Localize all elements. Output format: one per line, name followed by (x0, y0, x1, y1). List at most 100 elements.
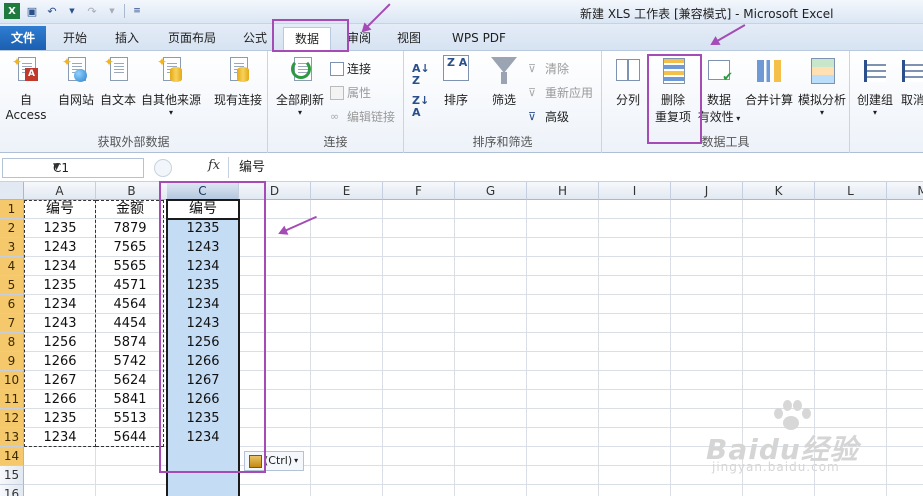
globe-icon: ✦ (61, 55, 91, 87)
cell-a8[interactable]: 1256 (24, 333, 96, 352)
column-header-a[interactable]: A (24, 182, 96, 200)
row-header-8[interactable]: 8 (0, 333, 24, 352)
insert-function-button[interactable]: fx (208, 158, 220, 173)
edit-links-button[interactable]: ∞ 编辑链接 (330, 107, 395, 127)
cell-b12[interactable]: 5513 (96, 409, 164, 428)
tab-home[interactable]: 开始 (56, 27, 94, 50)
from-other-sources-button[interactable]: ✦ 自其他来源 ▾ (140, 55, 202, 118)
column-header-g[interactable]: G (455, 182, 527, 200)
existing-connections-button[interactable]: 现有连接 (210, 55, 266, 108)
connection-file-icon (223, 55, 253, 87)
tab-wps-pdf[interactable]: WPS PDF (446, 27, 512, 50)
name-box[interactable]: C1 ▼ (2, 158, 144, 178)
column-header-f[interactable]: F (383, 182, 455, 200)
row-header-6[interactable]: 6 (0, 295, 24, 314)
consolidate-button[interactable]: 合并计算 (744, 55, 794, 108)
cell-b7[interactable]: 4454 (96, 314, 164, 333)
cell-a4[interactable]: 1234 (24, 257, 96, 276)
column-header-k[interactable]: K (743, 182, 815, 200)
row-header-12[interactable]: 12 (0, 409, 24, 428)
cell-a11[interactable]: 1266 (24, 390, 96, 409)
from-web-button[interactable]: ✦ 自网站 (56, 55, 96, 108)
sort-ascending-button[interactable]: A↓ Z (412, 63, 430, 87)
existing-connections-label: 现有连接 (213, 93, 262, 107)
tab-page-layout[interactable]: 页面布局 (160, 27, 224, 50)
sort-za-icon: Z↓ A (412, 94, 430, 119)
row-header-13[interactable]: 13 (0, 428, 24, 447)
row-header-14[interactable]: 14 (0, 447, 24, 466)
tab-view[interactable]: 视图 (390, 27, 428, 50)
ungroup-button[interactable]: 取消 (898, 55, 923, 108)
refresh-all-button[interactable]: 全部刷新 ▾ (272, 55, 328, 118)
row-header-9[interactable]: 9 (0, 352, 24, 371)
filter-button[interactable]: 筛选 (484, 55, 524, 108)
cell-b6[interactable]: 4564 (96, 295, 164, 314)
what-if-analysis-button[interactable]: 模拟分析 ▾ (796, 55, 848, 118)
cell-a5[interactable]: 1235 (24, 276, 96, 295)
properties-button[interactable]: 属性 (330, 83, 371, 103)
reapply-button[interactable]: ⊽ 重新应用 (528, 83, 593, 103)
chevron-down-icon[interactable]: ▼ (64, 3, 80, 19)
chevron-down-icon[interactable]: ▼ (53, 162, 139, 172)
redo-icon[interactable]: ↷ (84, 3, 100, 19)
chevron-down-icon[interactable]: ▼ (104, 3, 120, 19)
customize-toolbar-icon[interactable]: ≡ (129, 3, 145, 19)
cell-b1[interactable]: 金额 (96, 200, 164, 219)
from-text-button[interactable]: ✦ 自文本 (98, 55, 138, 108)
row-header-10[interactable]: 10 (0, 371, 24, 390)
row-header-4[interactable]: 4 (0, 257, 24, 276)
row-header-3[interactable]: 3 (0, 238, 24, 257)
row-header-7[interactable]: 7 (0, 314, 24, 333)
tab-formulas[interactable]: 公式 (236, 27, 274, 50)
cell-a10[interactable]: 1267 (24, 371, 96, 390)
sort-descending-button[interactable]: Z↓ A (412, 94, 430, 119)
row-header-16[interactable]: 16 (0, 485, 24, 496)
column-header-b[interactable]: B (96, 182, 168, 200)
chevron-down-icon: ▾ (168, 108, 173, 117)
row-header-11[interactable]: 11 (0, 390, 24, 409)
chevron-down-icon: ▾ (872, 108, 877, 117)
column-header-m[interactable]: M (887, 182, 923, 200)
text-to-columns-button[interactable]: 分列 (608, 55, 648, 108)
cell-a1[interactable]: 编号 (24, 200, 96, 219)
tab-file[interactable]: 文件 (0, 26, 46, 50)
column-header-j[interactable]: J (671, 182, 743, 200)
cell-b10[interactable]: 5624 (96, 371, 164, 390)
row-header-2[interactable]: 2 (0, 219, 24, 238)
cell-b3[interactable]: 7565 (96, 238, 164, 257)
column-header-i[interactable]: I (599, 182, 671, 200)
cell-b5[interactable]: 4571 (96, 276, 164, 295)
cell-a7[interactable]: 1243 (24, 314, 96, 333)
column-header-h[interactable]: H (527, 182, 599, 200)
cell-a12[interactable]: 1235 (24, 409, 96, 428)
cell-a13[interactable]: 1234 (24, 428, 96, 447)
select-all-corner[interactable] (0, 182, 24, 200)
formula-input[interactable]: 编号 (228, 157, 923, 178)
cell-b2[interactable]: 7879 (96, 219, 164, 238)
from-access-button[interactable]: ✦ A 自 Access (0, 55, 52, 122)
row-header-15[interactable]: 15 (0, 466, 24, 485)
column-header-l[interactable]: L (815, 182, 887, 200)
sort-button[interactable]: Z A 排序 (436, 55, 476, 108)
column-header-e[interactable]: E (311, 182, 383, 200)
undo-icon[interactable]: ↶ (44, 3, 60, 19)
cell-b4[interactable]: 5565 (96, 257, 164, 276)
cell-a2[interactable]: 1235 (24, 219, 96, 238)
cell-b13[interactable]: 5644 (96, 428, 164, 447)
data-validation-button[interactable]: 数据 有效性 ▾ (696, 55, 742, 125)
cell-b11[interactable]: 5841 (96, 390, 164, 409)
row-header-5[interactable]: 5 (0, 276, 24, 295)
save-icon[interactable]: ▣ (24, 3, 40, 19)
clear-filter-button[interactable]: ⊽ 清除 (528, 59, 569, 79)
cell-b9[interactable]: 5742 (96, 352, 164, 371)
tab-insert[interactable]: 插入 (108, 27, 146, 50)
cell-a6[interactable]: 1234 (24, 295, 96, 314)
row-header-1[interactable]: 1 (0, 200, 24, 219)
cell-a3[interactable]: 1243 (24, 238, 96, 257)
cell-a9[interactable]: 1266 (24, 352, 96, 371)
data-validation-label-1: 数据 (706, 93, 731, 107)
connections-button[interactable]: 连接 (330, 59, 371, 79)
cell-b8[interactable]: 5874 (96, 333, 164, 352)
advanced-filter-button[interactable]: ⊽ 高级 (528, 107, 569, 127)
group-button[interactable]: 创建组 ▾ (854, 55, 896, 118)
